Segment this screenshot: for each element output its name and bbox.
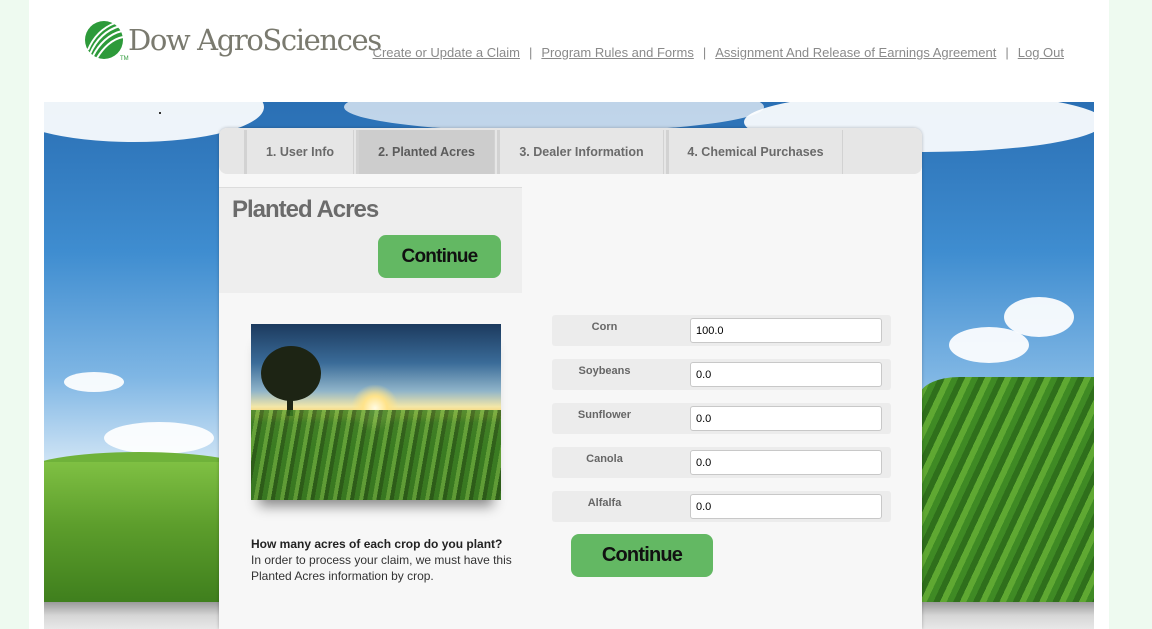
crop-label: Corn	[591, 321, 618, 333]
crop-row-corn: Corn	[552, 315, 891, 346]
tree-shape	[261, 346, 321, 401]
claim-form-panel: 1. User Info 2. Planted Acres 3. Dealer …	[219, 128, 922, 629]
crop-row-alfalfa: Alfalfa	[552, 491, 891, 522]
program-rules-link[interactable]: Program Rules and Forms	[541, 45, 693, 60]
cloud-shape	[1004, 297, 1074, 337]
soybeans-acres-input[interactable]	[690, 362, 882, 387]
alfalfa-acres-input[interactable]	[690, 494, 882, 519]
stray-dot	[159, 112, 161, 114]
crop-label: Alfalfa	[587, 497, 622, 509]
question-heading: How many acres of each crop do you plant…	[251, 537, 503, 551]
tab-planted-acres[interactable]: 2. Planted Acres	[356, 130, 495, 174]
crop-label: Sunflower	[577, 409, 632, 421]
nav-separator: |	[528, 45, 533, 60]
tab-user-info[interactable]: 1. User Info	[244, 130, 354, 174]
question-text: How many acres of each crop do you plant…	[251, 536, 531, 584]
corn-field	[919, 377, 1094, 602]
corn-acres-input[interactable]	[690, 318, 882, 343]
page-title: Planted Acres	[232, 196, 379, 223]
page-container: TM Dow AgroSciences Create or Update a C…	[29, 0, 1109, 629]
canola-acres-input[interactable]	[690, 450, 882, 475]
step-tabs: 1. User Info 2. Planted Acres 3. Dealer …	[219, 128, 922, 174]
logo-text: Dow AgroSciences	[128, 23, 382, 57]
crop-row-sunflower: Sunflower	[552, 403, 891, 434]
nav-separator: |	[702, 45, 707, 60]
top-navigation: Create or Update a Claim | Program Rules a…	[373, 45, 1064, 60]
tab-chemical-purchases[interactable]: 4. Chemical Purchases	[666, 130, 843, 174]
crop-row-soybeans: Soybeans	[552, 359, 891, 390]
crop-row-canola: Canola	[552, 447, 891, 478]
continue-button-bottom[interactable]: Continue	[571, 534, 713, 577]
cornfield-sunset-photo	[251, 324, 501, 500]
leaf-logo-icon: TM	[84, 20, 129, 62]
continue-button-top[interactable]: Continue	[378, 235, 501, 278]
section-header-box: Planted Acres Continue	[219, 187, 522, 293]
crop-rows-shape	[251, 410, 501, 500]
cloud-shape	[104, 422, 214, 454]
cloud-shape	[64, 372, 124, 392]
create-update-claim-link[interactable]: Create or Update a Claim	[373, 45, 520, 60]
crop-label: Soybeans	[578, 365, 631, 377]
sunflower-acres-input[interactable]	[690, 406, 882, 431]
dow-logo[interactable]: TM Dow AgroSciences	[84, 20, 382, 62]
question-body: In order to process your claim, we must …	[251, 553, 512, 583]
assignment-release-link[interactable]: Assignment And Release of Earnings Agree…	[715, 45, 996, 60]
tab-dealer-information[interactable]: 3. Dealer Information	[497, 130, 664, 174]
crop-label: Canola	[586, 453, 623, 465]
log-out-link[interactable]: Log Out	[1018, 45, 1064, 60]
trademark-label: TM	[120, 56, 129, 62]
nav-separator: |	[1005, 45, 1009, 60]
